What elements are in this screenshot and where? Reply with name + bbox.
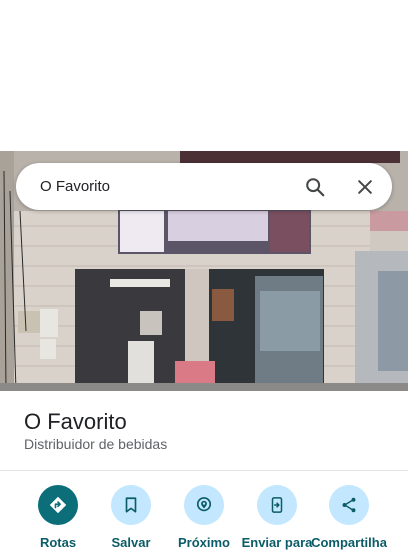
share-label: Compartilha (311, 535, 387, 550)
divider (0, 470, 408, 471)
close-icon[interactable] (352, 174, 378, 200)
directions-icon (38, 485, 78, 525)
blank-header-area (0, 0, 408, 151)
share-icon (329, 485, 369, 525)
share-button[interactable]: Compartilha (304, 485, 394, 550)
place-category: Distribuidor de bebidas (24, 436, 168, 452)
bookmark-icon (111, 485, 151, 525)
send-to-phone-icon (257, 485, 297, 525)
place-title: O Favorito (24, 409, 127, 434)
search-bar[interactable]: O Favorito (16, 163, 392, 210)
search-icon[interactable] (302, 174, 328, 200)
search-query[interactable]: O Favorito (40, 178, 110, 195)
nearby-icon (184, 485, 224, 525)
